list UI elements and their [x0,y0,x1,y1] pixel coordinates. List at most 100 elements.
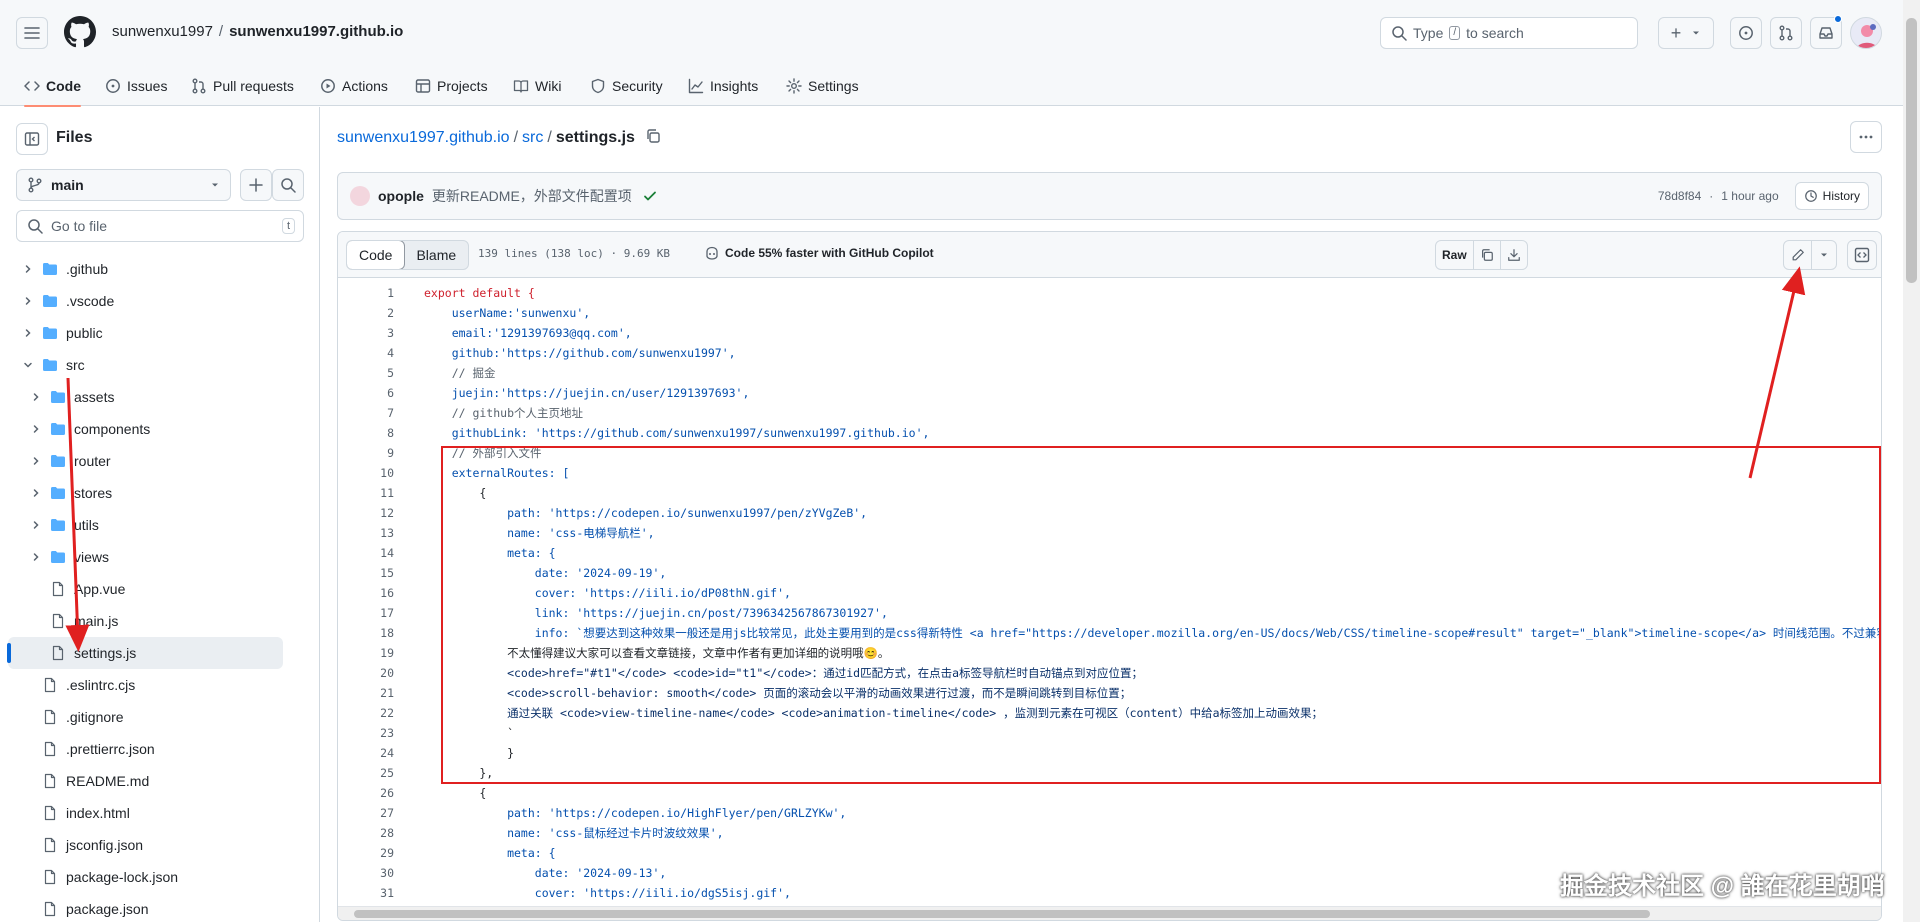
line-number[interactable]: 29 [338,846,394,860]
line-number[interactable]: 22 [338,706,394,720]
copy-raw-button[interactable] [1474,241,1501,269]
line-number[interactable]: 28 [338,826,394,840]
global-search-input[interactable]: Type / to search [1380,17,1638,49]
tree-item-gitignore[interactable]: .gitignore [8,701,312,733]
commit-hash[interactable]: 78d8f84 [1658,189,1701,203]
line-number[interactable]: 12 [338,506,394,520]
tab-security[interactable]: Security [590,66,663,106]
path-root-link[interactable]: sunwenxu1997.github.io [337,129,510,146]
line-number[interactable]: 14 [338,546,394,560]
horizontal-scrollbar-thumb[interactable] [354,910,1650,918]
line-number[interactable]: 26 [338,786,394,800]
line-number[interactable]: 20 [338,666,394,680]
tab-wiki[interactable]: Wiki [513,66,561,106]
line-number[interactable]: 9 [338,446,394,460]
check-icon[interactable] [642,188,658,204]
tree-item-package-json[interactable]: package.json [8,893,312,922]
line-number[interactable]: 19 [338,646,394,660]
path-dir-link[interactable]: src [522,129,543,146]
line-number[interactable]: 7 [338,406,394,420]
tree-item-index-html[interactable]: index.html [8,797,312,829]
edit-options-dropdown[interactable] [1812,241,1836,269]
tree-item-eslintrc-cjs[interactable]: .eslintrc.cjs [8,669,312,701]
tree-item-settings-js[interactable]: settings.js [7,637,283,669]
tab-projects[interactable]: Projects [415,66,488,106]
github-logo-icon[interactable] [64,16,96,48]
tab-code[interactable]: Code [24,66,81,107]
tree-item-stores[interactable]: stores [8,477,312,509]
chevron-right-icon[interactable] [28,423,44,435]
more-options-button[interactable] [1850,121,1882,153]
tree-item-src[interactable]: src [8,349,312,381]
commit-author[interactable]: opople [378,188,424,204]
tree-item-main-js[interactable]: main.js [8,605,312,637]
line-number[interactable]: 24 [338,746,394,760]
repo-owner-link[interactable]: sunwenxu1997 [112,23,213,40]
collapse-sidebar-button[interactable] [16,123,48,155]
line-number[interactable]: 18 [338,626,394,640]
issues-button[interactable] [1730,17,1762,49]
chevron-right-icon[interactable] [28,391,44,403]
commit-author-avatar[interactable] [350,186,370,206]
line-number[interactable]: 21 [338,686,394,700]
download-raw-button[interactable] [1501,241,1527,269]
chevron-right-icon[interactable] [20,295,36,307]
tree-item-github[interactable]: .github [8,253,312,285]
user-avatar[interactable] [1850,17,1882,49]
add-file-button[interactable] [240,169,272,201]
tree-item-components[interactable]: components [8,413,312,445]
branch-selector[interactable]: main [16,169,231,201]
tab-settings[interactable]: Settings [786,66,859,106]
blame-view-button[interactable]: Blame [404,241,468,269]
line-number[interactable]: 27 [338,806,394,820]
tree-item-package-lock-json[interactable]: package-lock.json [8,861,312,893]
tree-item-jsconfig-json[interactable]: jsconfig.json [8,829,312,861]
edit-file-button[interactable] [1784,241,1812,269]
commit-message[interactable]: 更新README，外部文件配置项 [432,186,632,206]
line-number[interactable]: 31 [338,886,394,900]
line-number[interactable]: 13 [338,526,394,540]
line-number[interactable]: 15 [338,566,394,580]
line-number[interactable]: 25 [338,766,394,780]
line-number[interactable]: 30 [338,866,394,880]
line-number[interactable]: 3 [338,326,394,340]
tree-item-views[interactable]: views [8,541,312,573]
tree-item-prettierrc-json[interactable]: .prettierrc.json [8,733,312,765]
line-number[interactable]: 23 [338,726,394,740]
tree-item-router[interactable]: router [8,445,312,477]
line-number[interactable]: 8 [338,426,394,440]
copy-icon[interactable] [645,128,661,144]
chevron-right-icon[interactable] [28,455,44,467]
menu-button[interactable] [16,17,48,49]
copilot-promo[interactable]: Code 55% faster with GitHub Copilot [704,245,934,261]
create-new-button[interactable]: + [1658,17,1714,49]
tree-item-vscode[interactable]: .vscode [8,285,312,317]
chevron-down-icon[interactable] [20,359,36,371]
chevron-right-icon[interactable] [28,487,44,499]
tree-item-readme-md[interactable]: README.md [8,765,312,797]
tree-item-app-vue[interactable]: App.vue [8,573,312,605]
tree-item-utils[interactable]: utils [8,509,312,541]
raw-button[interactable]: Raw [1436,241,1474,269]
chevron-right-icon[interactable] [28,551,44,563]
chevron-right-icon[interactable] [28,519,44,531]
line-number[interactable]: 4 [338,346,394,360]
line-number[interactable]: 17 [338,606,394,620]
pull-requests-button[interactable] [1770,17,1802,49]
go-to-file-input[interactable]: Go to file t [16,210,304,242]
tab-actions[interactable]: Actions [320,66,388,106]
horizontal-scrollbar[interactable] [338,906,1881,920]
tree-item-assets[interactable]: assets [8,381,312,413]
tree-item-public[interactable]: public [8,317,312,349]
page-scrollbar[interactable] [1903,0,1920,922]
tab-pull-requests[interactable]: Pull requests [191,66,294,106]
chevron-right-icon[interactable] [20,327,36,339]
line-number[interactable]: 10 [338,466,394,480]
tab-insights[interactable]: Insights [688,66,758,106]
line-number[interactable]: 2 [338,306,394,320]
symbols-panel-button[interactable] [1847,240,1877,270]
history-button[interactable]: History [1794,182,1869,210]
search-files-button[interactable] [272,169,304,201]
repo-name-link[interactable]: sunwenxu1997.github.io [229,23,403,40]
line-number[interactable]: 6 [338,386,394,400]
